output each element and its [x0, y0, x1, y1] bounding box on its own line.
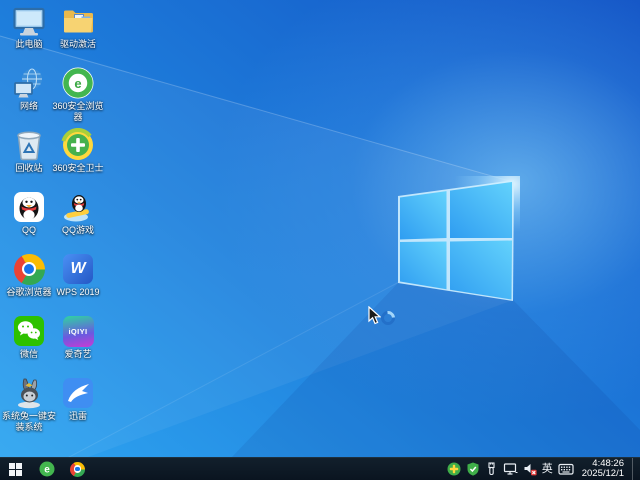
- ime-keyboard-icon[interactable]: [558, 462, 574, 476]
- thunder-bird-icon: [61, 376, 95, 410]
- icon-label: 网络: [19, 101, 38, 111]
- clock-date: 2025/12/1: [581, 468, 624, 479]
- desktop-icon-xunlei[interactable]: 迅雷: [49, 376, 107, 422]
- taskbar-chrome-button[interactable]: [62, 458, 93, 480]
- tray-usb-device-icon[interactable]: [485, 462, 498, 476]
- recycle-bin-icon: [12, 128, 46, 162]
- wps-icon: W: [61, 252, 95, 286]
- network-icon: [12, 66, 46, 100]
- icon-label: 360安全浏览器: [52, 101, 104, 122]
- desktop-icon-wps-2019[interactable]: W WPS 2019: [49, 252, 107, 298]
- desktop-icon-qq-games[interactable]: QQ游戏: [49, 190, 107, 236]
- icon-label: 爱奇艺: [64, 349, 92, 359]
- desktop-icon-driver-activation[interactable]: 驱动激活: [49, 4, 107, 50]
- icon-label: QQ游戏: [61, 225, 94, 235]
- qq-penguin-icon: [12, 190, 46, 224]
- icon-label: 谷歌浏览器: [6, 287, 52, 297]
- folder-icon: [61, 4, 95, 38]
- tray-antivirus-shield-icon[interactable]: [466, 462, 480, 476]
- icon-label: QQ: [21, 225, 36, 235]
- svg-text:e: e: [74, 76, 81, 91]
- tray-network-icon[interactable]: [503, 462, 518, 476]
- iqiyi-icon: iQIYI: [61, 314, 95, 348]
- desktop-icon-360-safety-guard[interactable]: 360安全卫士: [49, 128, 107, 174]
- icon-label: 微信: [19, 349, 38, 359]
- desktop-icon-iqiyi[interactable]: iQIYI 爱奇艺: [49, 314, 107, 360]
- tray-volume-muted-icon[interactable]: [523, 462, 537, 476]
- busy-spinner: [378, 308, 398, 328]
- icon-label: 此电脑: [15, 39, 43, 49]
- taskbar-clock[interactable]: 4:48:26 2025/12/1: [579, 458, 627, 480]
- icon-label: 驱动激活: [59, 39, 96, 49]
- icon-label: 360安全卫士: [52, 163, 104, 173]
- this-pc-icon: [12, 4, 46, 38]
- rabbit-mascot-icon: [12, 376, 46, 410]
- icon-label: 回收站: [15, 163, 43, 173]
- windows-start-icon: [9, 462, 22, 476]
- ime-language-indicator[interactable]: 英: [542, 458, 553, 480]
- desktop-icon-360-safe-browser[interactable]: e 360安全浏览器: [49, 66, 107, 123]
- start-button[interactable]: [0, 458, 31, 480]
- mouse-cursor: [368, 306, 381, 325]
- taskbar-360-browser-button[interactable]: e: [31, 458, 62, 480]
- 360-browser-icon: e: [61, 66, 95, 100]
- chrome-taskbar-icon: [70, 461, 85, 477]
- chrome-icon: [12, 252, 46, 286]
- wechat-icon: [12, 314, 46, 348]
- icon-label: WPS 2019: [56, 287, 100, 297]
- qq-games-icon: [61, 190, 95, 224]
- svg-text:e: e: [44, 465, 50, 476]
- 360-browser-taskbar-icon: e: [39, 461, 54, 477]
- desktop-wallpaper: 此电脑 网络 回收站 QQ 谷歌浏览器 微信 系统兔一键安装系统 驱动激活 e …: [0, 0, 640, 480]
- windows-logo-wallpaper: [398, 176, 520, 301]
- 360-safety-guard-icon: [61, 128, 95, 162]
- tray-360-safety-icon[interactable]: [447, 462, 461, 476]
- taskbar: e 英 4:48:26 2025/12/1: [0, 457, 640, 480]
- show-desktop-button[interactable]: [632, 458, 638, 480]
- icon-label: 迅雷: [68, 411, 87, 421]
